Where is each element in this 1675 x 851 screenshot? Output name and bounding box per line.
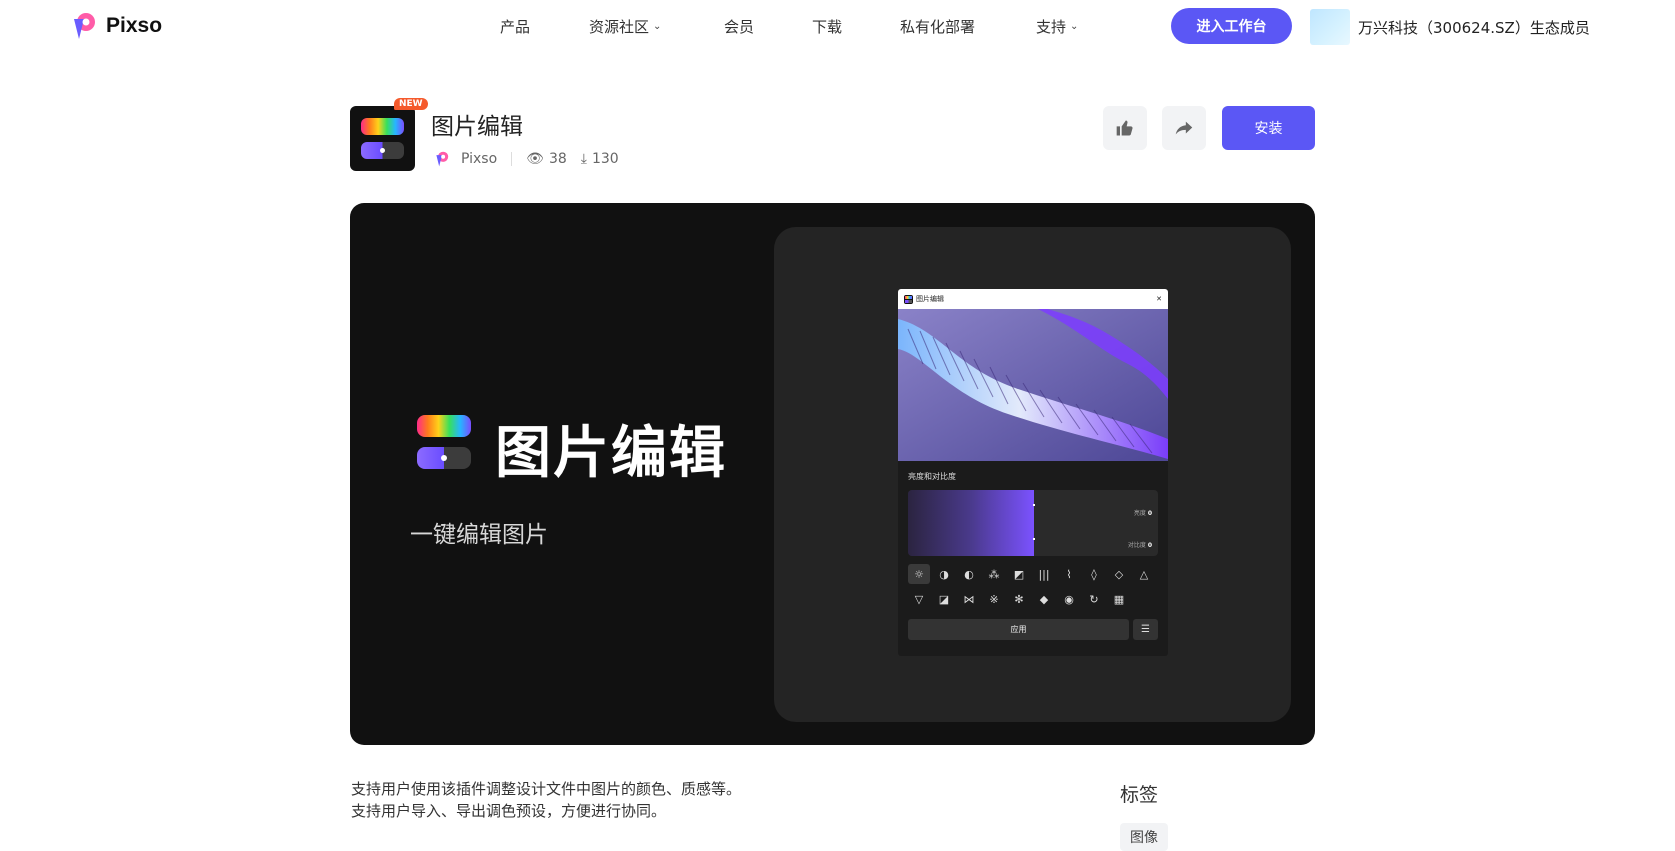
mini-panel-title: 图片编辑 <box>916 295 944 303</box>
ecosystem-member-text[interactable]: 万兴科技（300624.SZ）生态成员 <box>1358 17 1590 38</box>
tag-image[interactable]: 图像 <box>1120 823 1168 851</box>
wondershare-logo <box>1310 9 1350 45</box>
download-icon: ⤓ <box>580 151 587 167</box>
exposure-icon[interactable]: ◪ <box>933 589 955 609</box>
rotate-icon[interactable]: ↻ <box>1083 589 1105 609</box>
apply-button[interactable]: 应用 <box>908 619 1129 640</box>
description-line: 支持用户导入、导出调色预设，方便进行协同。 <box>351 802 667 820</box>
nav-item-label: 会员 <box>724 18 755 36</box>
rainbow-bar <box>361 118 404 135</box>
enter-workspace-button[interactable]: 进入工作台 <box>1171 8 1292 44</box>
chevron-down-icon: ⌄ <box>653 21 662 32</box>
like-button[interactable] <box>1103 106 1147 150</box>
install-button[interactable]: 安装 <box>1222 106 1315 150</box>
curves-icon[interactable]: ⌇ <box>1058 564 1080 584</box>
banner-title: 图片编辑 <box>495 421 727 486</box>
grid-icon[interactable]: ▦ <box>1108 589 1130 609</box>
thumbs-up-icon <box>1116 120 1133 136</box>
nav-item-label: 下载 <box>812 18 843 36</box>
slider-knob[interactable] <box>1033 538 1035 540</box>
abstract-wave-image <box>898 309 1168 461</box>
pixso-author-icon <box>436 151 449 167</box>
download-count: 130 <box>591 151 619 167</box>
vignette-icon[interactable]: ◉ <box>1058 589 1080 609</box>
banner-subtitle: 一键编辑图片 <box>410 522 548 548</box>
brightness-contrast-pad[interactable]: 亮度 0 对比度 0 <box>908 490 1158 556</box>
drop-icon[interactable]: ◊ <box>1083 564 1105 584</box>
banner-plugin-logo <box>417 415 471 470</box>
eye-icon: 👁 <box>526 151 544 167</box>
preview-card: 图片编辑 ✕ 亮度和对比度 亮度 0 对比度 0 ☼ ◑ ◐ ⁂ ◩ ||| ⌇… <box>774 227 1291 722</box>
chevron-down-icon: ⌄ <box>1070 21 1079 32</box>
new-badge: NEW <box>394 98 428 110</box>
saturation-icon[interactable]: ◐ <box>958 564 980 584</box>
close-icon: ✕ <box>1156 295 1162 303</box>
nav-item-label: 私有化部署 <box>900 18 976 36</box>
contrast-value: 0 <box>1147 542 1152 549</box>
bars-icon[interactable]: ||| <box>1033 564 1055 584</box>
mini-panel-header: 图片编辑 ✕ <box>898 289 1168 309</box>
toggle-dot <box>380 148 385 153</box>
tags-heading: 标签 <box>1120 784 1159 806</box>
nav-item-products[interactable]: 产品 <box>500 16 530 37</box>
mini-actions: 应用 ☰ <box>908 619 1158 640</box>
tint-icon[interactable]: ◇ <box>1108 564 1130 584</box>
plugin-icon <box>904 294 913 304</box>
settings-sliders-icon[interactable]: ☰ <box>1133 619 1158 640</box>
pixso-logo-icon <box>74 13 95 39</box>
triangle-icon[interactable]: △ <box>1133 564 1155 584</box>
rainbow-bar <box>417 415 471 437</box>
noise-icon[interactable]: ※ <box>983 589 1005 609</box>
nav-item-community[interactable]: 资源社区 ⌄ <box>589 16 661 37</box>
contrast-icon[interactable]: ◑ <box>933 564 955 584</box>
view-count: 38 <box>548 151 567 167</box>
nav-item-private-deployment[interactable]: 私有化部署 <box>900 16 975 37</box>
bowtie-icon[interactable]: ⋈ <box>958 589 980 609</box>
share-icon <box>1175 121 1193 135</box>
nav-item-support[interactable]: 支持 ⌄ <box>1036 16 1078 37</box>
divider <box>511 152 513 166</box>
brightness-readout: 亮度 0 <box>1134 508 1152 517</box>
invert-triangle-icon[interactable]: ▽ <box>908 589 930 609</box>
nav-item-download[interactable]: 下载 <box>812 16 842 37</box>
description-line: 支持用户使用该插件调整设计文件中图片的颜色、质感等。 <box>351 780 742 798</box>
brand-name: Pixso <box>106 14 163 37</box>
pixso-logo[interactable]: Pixso <box>68 10 162 42</box>
toggle-dot <box>441 455 447 461</box>
brightness-icon[interactable]: ☼ <box>908 564 930 584</box>
fill-icon[interactable]: ◆ <box>1033 589 1055 609</box>
share-button[interactable] <box>1162 106 1206 150</box>
nav-item-label: 资源社区 <box>589 18 650 36</box>
adjustment-tools: ☼ ◑ ◐ ⁂ ◩ ||| ⌇ ◊ ◇ △ ▽ ◪ ⋈ ※ ✻ ◆ ◉ ↻ ▦ <box>908 564 1158 609</box>
pad-fill <box>908 490 1034 556</box>
contrast-label: 对比度 <box>1127 542 1146 549</box>
author-name[interactable]: Pixso <box>461 151 497 167</box>
nav-item-label: 支持 <box>1036 18 1067 36</box>
color-mix-icon[interactable]: ⁂ <box>983 564 1005 584</box>
nav-item-label: 产品 <box>500 18 531 36</box>
brightness-value: 0 <box>1147 510 1152 517</box>
plugin-meta: Pixso 👁 38 ⤓ 130 <box>433 150 619 168</box>
plugin-title: 图片编辑 <box>431 114 523 140</box>
top-nav: Pixso 产品 资源社区 ⌄ 会员 下载 私有化部署 支持 ⌄ 进入工作台 万兴科… <box>0 0 1675 54</box>
levels-icon[interactable]: ◩ <box>1008 564 1030 584</box>
plugin-icon <box>350 106 415 171</box>
sparkle-icon[interactable]: ✻ <box>1008 589 1030 609</box>
plugin-banner: 图片编辑 一键编辑图片 图片编辑 ✕ 亮度和对比度 亮度 0 对比度 0 ☼ ◑… <box>350 203 1315 745</box>
mini-plugin-panel: 图片编辑 ✕ 亮度和对比度 亮度 0 对比度 0 ☼ ◑ ◐ ⁂ ◩ ||| ⌇… <box>898 289 1168 656</box>
brightness-label: 亮度 <box>1133 510 1146 517</box>
section-label: 亮度和对比度 <box>908 472 956 481</box>
contrast-readout: 对比度 0 <box>1128 540 1152 549</box>
plugin-description: 支持用户使用该插件调整设计文件中图片的颜色、质感等。 支持用户导入、导出调色预设… <box>351 778 741 822</box>
nav-item-membership[interactable]: 会员 <box>724 16 754 37</box>
slider-knob[interactable] <box>1033 504 1035 506</box>
preview-image <box>898 309 1168 461</box>
